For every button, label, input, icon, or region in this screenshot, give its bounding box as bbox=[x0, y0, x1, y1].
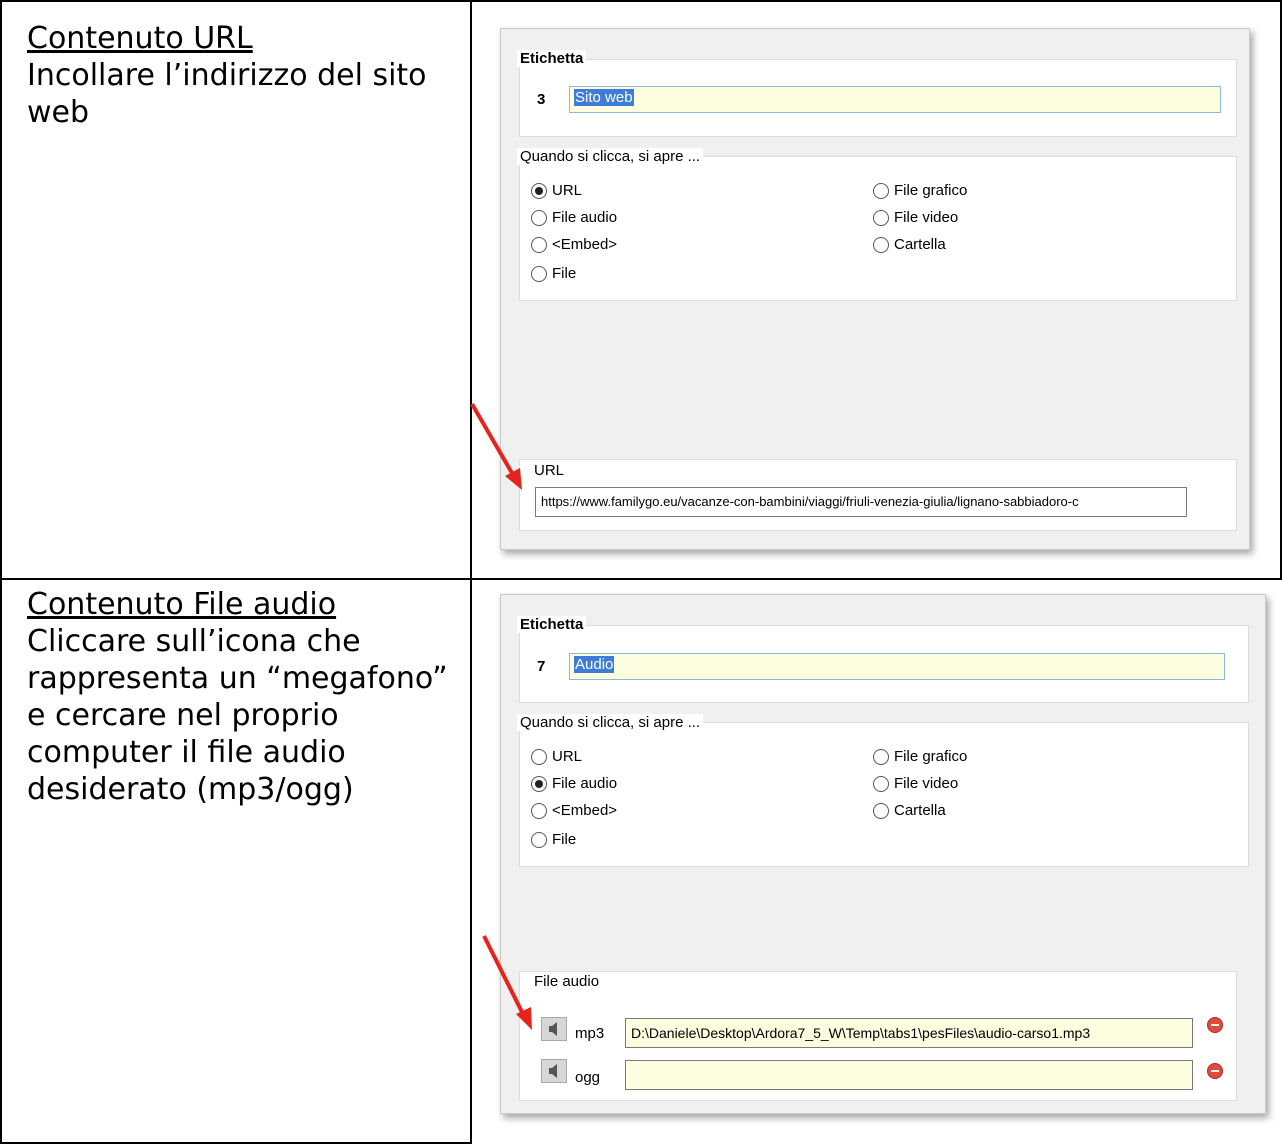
red-arrow-icon bbox=[482, 935, 532, 1030]
red-arrow-overlay bbox=[470, 402, 532, 1030]
document-table: Contenuto URL Incollare l’indirizzo del … bbox=[0, 0, 1282, 1144]
red-arrow-icon bbox=[470, 402, 522, 490]
